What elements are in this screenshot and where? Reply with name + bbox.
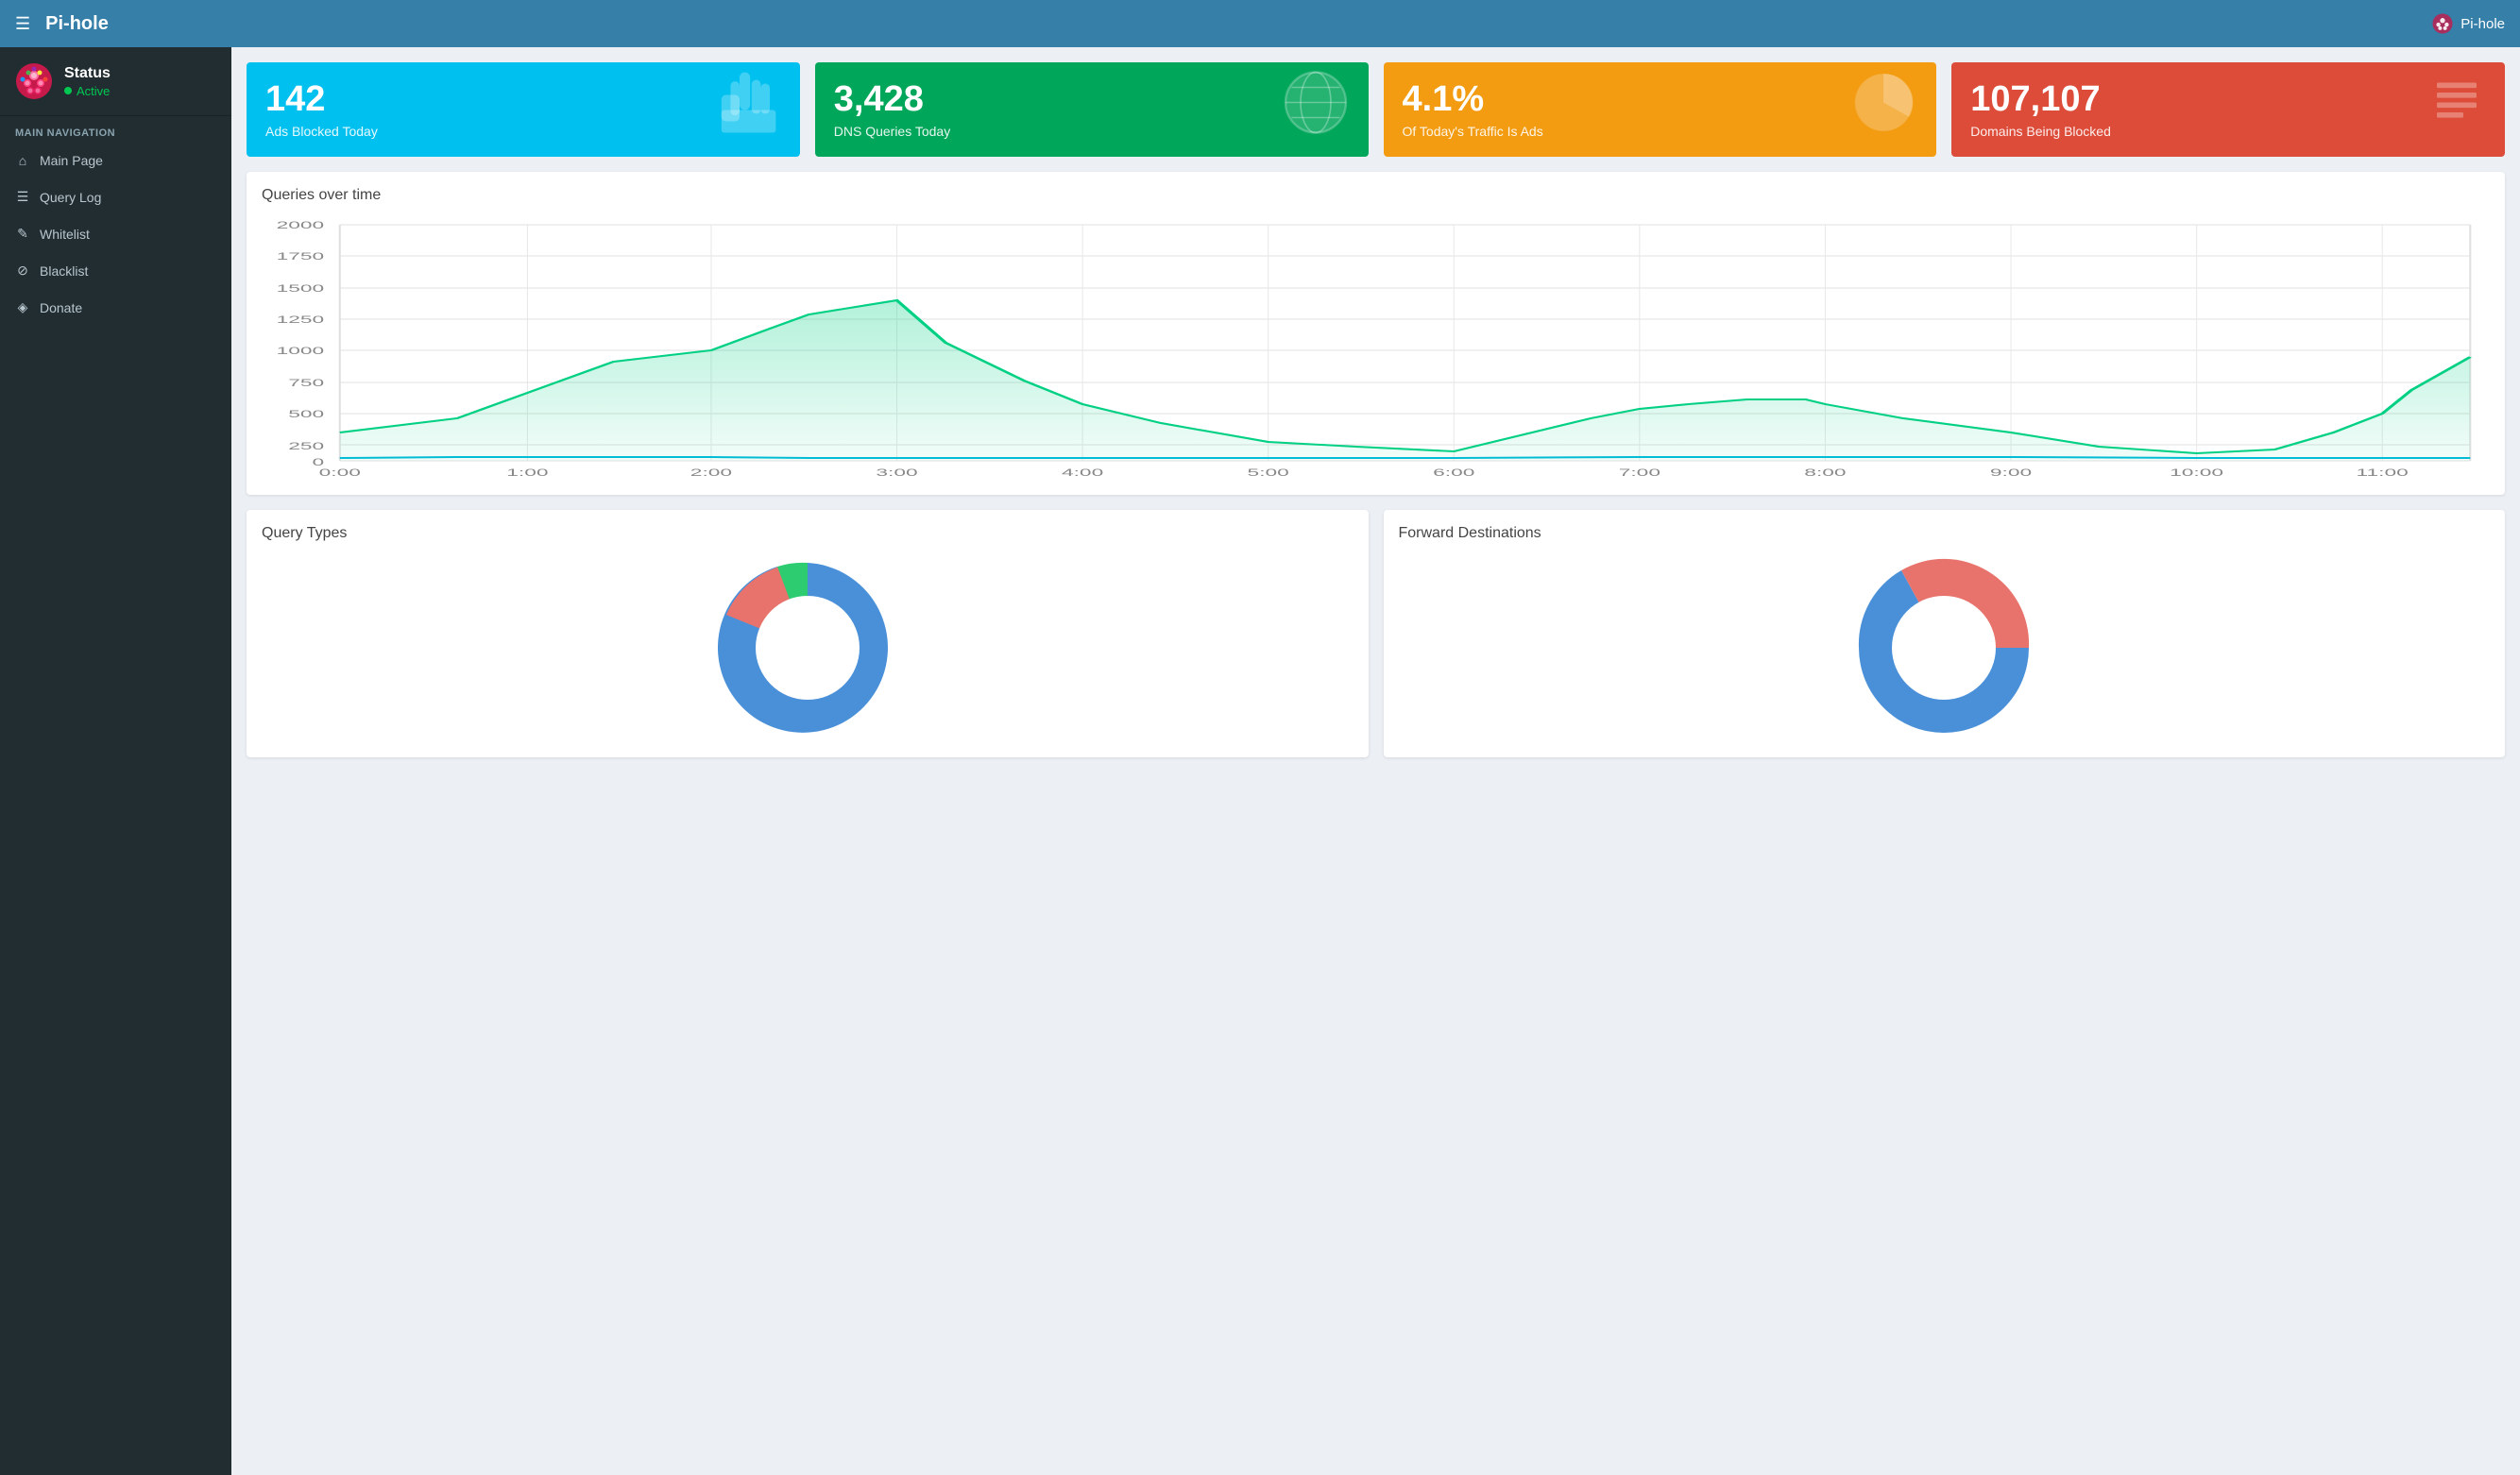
svg-text:2:00: 2:00 <box>690 466 732 478</box>
globe-icon <box>1278 65 1354 155</box>
query-types-section: Query Types <box>247 510 1369 757</box>
nav-label-donate: Donate <box>40 300 82 315</box>
sidebar-nav-list: ⌂ Main Page ☰ Query Log ✎ Whitelist ⊘ <box>0 143 231 326</box>
top-navigation: ☰ Pi-hole Pi-hole <box>0 0 2520 47</box>
svg-text:7:00: 7:00 <box>1619 466 1660 478</box>
svg-text:1750: 1750 <box>277 250 325 262</box>
svg-text:500: 500 <box>288 408 324 419</box>
status-badge: Active <box>64 84 111 98</box>
svg-text:5:00: 5:00 <box>1248 466 1289 478</box>
status-dot <box>64 87 72 94</box>
svg-text:750: 750 <box>288 377 324 388</box>
hand-icon <box>709 65 785 155</box>
nav-left: ☰ Pi-hole <box>15 13 109 35</box>
user-label: Pi-hole <box>2460 16 2505 32</box>
nav-section-label: MAIN NAVIGATION <box>0 116 231 143</box>
sidebar: Status Active MAIN NAVIGATION ⌂ Main Pag… <box>0 47 231 1475</box>
svg-text:1500: 1500 <box>277 282 325 294</box>
queries-chart-section: Queries over time 2000 1750 1500 1250 10… <box>247 172 2505 495</box>
forward-destinations-title: Forward Destinations <box>1399 525 2491 542</box>
domains-label: Domains Being Blocked <box>1970 124 2111 139</box>
ban-icon: ⊘ <box>15 263 30 279</box>
svg-text:1:00: 1:00 <box>506 466 548 478</box>
queries-chart-svg: 2000 1750 1500 1250 1000 750 500 250 0 <box>262 215 2490 480</box>
query-types-svg <box>713 553 902 742</box>
nav-label-whitelist: Whitelist <box>40 227 90 242</box>
svg-text:6:00: 6:00 <box>1433 466 1474 478</box>
nav-label-blacklist: Blacklist <box>40 263 88 279</box>
nav-label-query-log: Query Log <box>40 190 101 205</box>
dns-queries-label: DNS Queries Today <box>834 124 950 139</box>
queries-chart-title: Queries over time <box>262 187 2490 204</box>
sidebar-item-main-page[interactable]: ⌂ Main Page <box>0 143 231 178</box>
status-active-text: Active <box>77 84 110 98</box>
svg-text:8:00: 8:00 <box>1804 466 1846 478</box>
sidebar-item-donate[interactable]: ◈ Donate <box>0 289 231 326</box>
status-title: Status <box>64 65 111 82</box>
queries-chart-container: 2000 1750 1500 1250 1000 750 500 250 0 <box>262 215 2490 480</box>
sidebar-item-whitelist[interactable]: ✎ Whitelist <box>0 215 231 252</box>
svg-text:1000: 1000 <box>277 345 325 356</box>
stat-card-dns-queries: 3,428 DNS Queries Today <box>815 62 1369 157</box>
stat-card-ads-blocked: 142 Ads Blocked Today <box>247 62 800 157</box>
hamburger-icon[interactable]: ☰ <box>15 14 30 34</box>
list-icon <box>2424 70 2490 150</box>
file-icon: ☰ <box>15 189 30 205</box>
stat-card-traffic: 4.1% Of Today's Traffic Is Ads <box>1384 62 1937 157</box>
svg-text:9:00: 9:00 <box>1990 466 2032 478</box>
dns-queries-value: 3,428 <box>834 80 950 120</box>
main-content: 142 Ads Blocked Today <box>231 47 2520 1475</box>
edit-icon: ✎ <box>15 226 30 242</box>
sidebar-status: Status Active <box>0 47 231 116</box>
brand-logo: Pi-hole <box>45 13 109 35</box>
svg-text:4:00: 4:00 <box>1062 466 1103 478</box>
forward-dest-svg <box>1849 553 2038 742</box>
brand-pi: Pi <box>45 13 63 34</box>
stat-card-domains: 107,107 Domains Being Blocked <box>1951 62 2505 157</box>
sidebar-item-query-log[interactable]: ☰ Query Log <box>0 178 231 215</box>
nav-label-main-page: Main Page <box>40 153 103 168</box>
sidebar-item-blacklist[interactable]: ⊘ Blacklist <box>0 252 231 289</box>
traffic-label: Of Today's Traffic Is Ads <box>1403 124 1543 139</box>
ads-blocked-label: Ads Blocked Today <box>265 124 378 139</box>
donate-icon: ◈ <box>15 299 30 315</box>
brand-hole: -hole <box>63 13 109 34</box>
ads-blocked-value: 142 <box>265 80 378 120</box>
forward-destinations-section: Forward Destinations <box>1384 510 2506 757</box>
svg-text:2000: 2000 <box>277 219 325 230</box>
svg-text:0:00: 0:00 <box>319 466 361 478</box>
svg-text:11:00: 11:00 <box>2357 466 2409 478</box>
svg-text:10:00: 10:00 <box>2170 466 2223 478</box>
svg-text:1250: 1250 <box>277 314 325 325</box>
stats-row: 142 Ads Blocked Today <box>247 62 2505 157</box>
domains-value: 107,107 <box>1970 80 2111 120</box>
main-layout: Status Active MAIN NAVIGATION ⌂ Main Pag… <box>0 47 2520 1475</box>
query-types-chart <box>262 553 1354 742</box>
bottom-charts-row: Query Types <box>247 510 2505 757</box>
nav-right: Pi-hole <box>2432 13 2505 34</box>
pihole-logo <box>15 62 53 100</box>
query-types-title: Query Types <box>262 525 1354 542</box>
home-icon: ⌂ <box>15 153 30 168</box>
status-info: Status Active <box>64 65 111 98</box>
forward-destinations-chart <box>1399 553 2491 742</box>
traffic-value: 4.1% <box>1403 80 1543 120</box>
svg-text:3:00: 3:00 <box>876 466 917 478</box>
raspberry-icon <box>2432 13 2453 34</box>
svg-text:250: 250 <box>288 440 324 451</box>
pie-chart-icon <box>1846 65 1921 155</box>
